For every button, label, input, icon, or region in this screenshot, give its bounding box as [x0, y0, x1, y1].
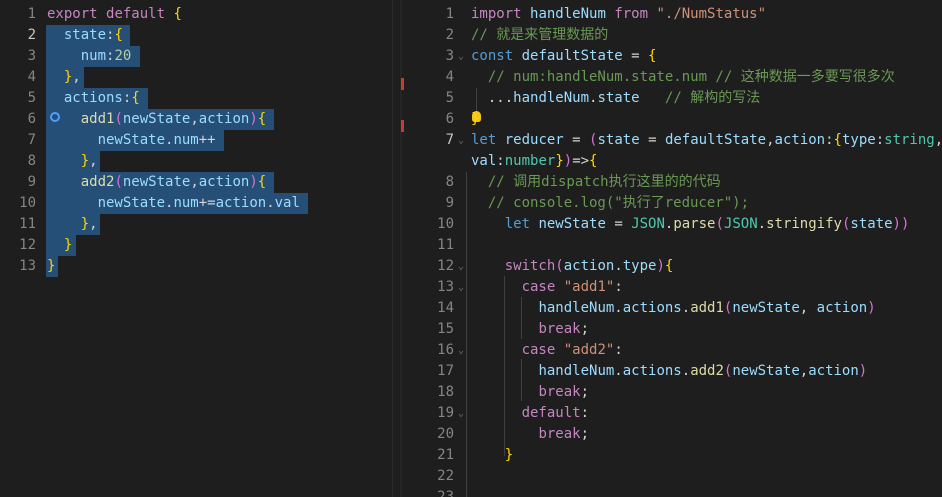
fold-chevron-icon[interactable]: ⌄ — [458, 130, 464, 151]
code-line[interactable]: // num:handleNum.state.num // 这种数据一多要写很多… — [471, 67, 895, 88]
line-number: 22 — [437, 468, 454, 484]
right-editor[interactable]: 1 import handleNum from "./NumStatus" 2 // … — [406, 0, 942, 497]
fold-chevron-icon[interactable]: ⌄ — [458, 46, 464, 67]
overview-error-marker — [401, 120, 404, 132]
code-line[interactable]: val:number})=>{ — [471, 151, 597, 172]
line-number: 13 — [437, 279, 454, 295]
line-number: 6 — [27, 111, 36, 127]
code-line[interactable]: } — [47, 235, 72, 256]
code-line[interactable]: } — [471, 109, 479, 130]
code-line[interactable]: const defaultState = { — [471, 46, 656, 67]
code-line[interactable]: num:20 — [47, 46, 132, 67]
line-number: 1 — [445, 6, 454, 22]
line-number: 4 — [445, 69, 454, 85]
line-number: 10 — [19, 195, 36, 211]
line-number: 9 — [27, 174, 36, 190]
code-line[interactable]: add1(newState,action){ — [47, 109, 266, 130]
line-number: 7 — [27, 132, 36, 148]
line-number: 16 — [437, 342, 454, 358]
code-line[interactable]: switch(action.type){ — [471, 256, 674, 277]
code-line[interactable]: newState.num++ — [47, 130, 216, 151]
code-line[interactable]: state:{ — [47, 25, 123, 46]
line-number: 10 — [437, 216, 454, 232]
line-number: 12 — [437, 258, 454, 274]
fold-chevron-icon[interactable]: ⌄ — [458, 340, 464, 361]
code-line[interactable]: actions:{ — [47, 88, 140, 109]
line-number: 3 — [445, 48, 454, 64]
indent-guide — [466, 172, 467, 497]
line-number: 11 — [19, 216, 36, 232]
line-number: 5 — [27, 90, 36, 106]
code-line[interactable]: }, — [47, 214, 98, 235]
code-line[interactable]: import handleNum from "./NumStatus" — [471, 4, 766, 25]
code-line[interactable]: case "add2": — [471, 340, 623, 361]
line-number: 6 — [445, 111, 454, 127]
line-number: 2 — [27, 27, 36, 43]
code-line[interactable]: break; — [471, 382, 589, 403]
code-line[interactable]: handleNum.actions.add1(newState, action) — [471, 298, 875, 319]
code-line[interactable]: }, — [47, 151, 98, 172]
line-number: 4 — [27, 69, 36, 85]
line-number: 8 — [27, 153, 36, 169]
overview-error-marker — [401, 78, 404, 90]
code-line[interactable]: add2(newState,action){ — [47, 172, 266, 193]
code-line[interactable]: } — [47, 256, 55, 277]
line-number: 20 — [437, 426, 454, 442]
line-number: 5 — [445, 90, 454, 106]
code-line[interactable]: // 调用dispatch执行这里的的代码 — [471, 172, 721, 193]
code-line[interactable]: } — [471, 445, 513, 466]
code-line[interactable]: let reducer = (state = defaultState,acti… — [471, 130, 942, 151]
code-line[interactable]: ...handleNum.state // 解构的写法 — [471, 88, 760, 109]
code-line[interactable]: // console.log("执行了reducer"); — [471, 193, 749, 214]
line-number: 8 — [445, 174, 454, 190]
code-line[interactable]: let newState = JSON.parse(JSON.stringify… — [471, 214, 910, 235]
line-number: 11 — [437, 237, 454, 253]
code-line[interactable]: case "add1": — [471, 277, 623, 298]
line-number: 17 — [437, 363, 454, 379]
code-line[interactable]: // 就是来管理数据的 — [471, 25, 608, 46]
code-line[interactable]: export default { — [47, 4, 182, 25]
line-number: 21 — [437, 447, 454, 463]
fold-chevron-icon[interactable]: ⌄ — [458, 403, 464, 424]
line-number: 7 — [445, 132, 454, 148]
line-number: 15 — [437, 321, 454, 337]
line-number: 3 — [27, 48, 36, 64]
line-number: 18 — [437, 384, 454, 400]
line-number: 23 — [437, 489, 454, 497]
overview-ruler[interactable] — [400, 0, 402, 497]
code-line[interactable]: }, — [47, 67, 81, 88]
line-number: 14 — [437, 300, 454, 316]
line-number: 12 — [19, 237, 36, 253]
fold-chevron-icon[interactable]: ⌄ — [458, 256, 464, 277]
code-line[interactable]: break; — [471, 319, 589, 340]
line-number: 19 — [437, 405, 454, 421]
left-editor[interactable]: 1 2 3 4 5 6 7 8 9 10 11 12 13 export def… — [0, 0, 392, 497]
code-line[interactable]: newState.num+=action.val — [47, 193, 300, 214]
code-line[interactable]: handleNum.actions.add2(newState,action) — [471, 361, 867, 382]
code-line[interactable]: default: — [471, 403, 589, 424]
line-number: 1 — [27, 6, 36, 22]
line-number: 2 — [445, 27, 454, 43]
code-line[interactable]: break; — [471, 424, 589, 445]
line-number: 9 — [445, 195, 454, 211]
fold-chevron-icon[interactable]: ⌄ — [458, 277, 464, 298]
line-number: 13 — [19, 258, 36, 274]
